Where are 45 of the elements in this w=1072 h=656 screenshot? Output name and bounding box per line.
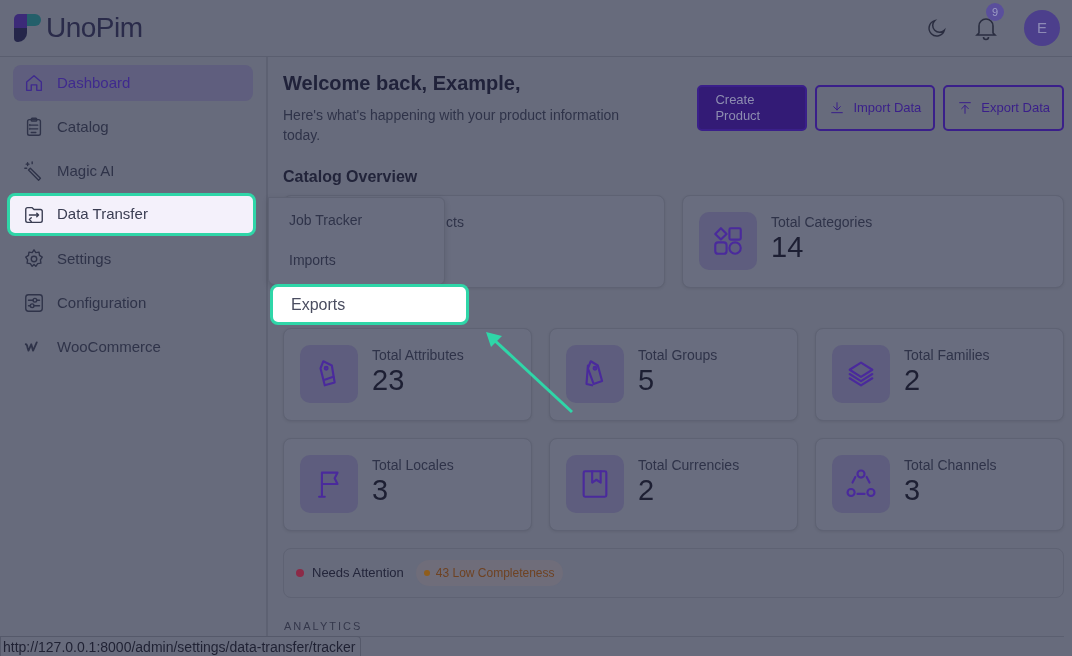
- stat-value: 14: [771, 230, 805, 264]
- stat-label: Total Families: [904, 347, 990, 363]
- stat-value: 2: [904, 363, 922, 397]
- alert-chip[interactable]: 43 Low Completeness: [415, 560, 563, 586]
- page-subtitle: Here's what's happening with your product information today.: [283, 106, 621, 145]
- stat-label: Total Attributes: [372, 347, 464, 363]
- status-url: http://127.0.0.1:8000/admin/settings/data-transfer/tracker: [0, 636, 361, 656]
- stat-value: 3: [904, 473, 922, 507]
- user-avatar[interactable]: E: [1024, 10, 1060, 46]
- upload-icon: [957, 100, 974, 116]
- stat-value: 3: [372, 473, 390, 507]
- moon-icon[interactable]: [926, 17, 948, 39]
- create-button[interactable]: Create Product: [697, 85, 808, 131]
- sliders-icon: [23, 292, 45, 314]
- logo-icon: [12, 13, 42, 43]
- alert-label: Needs Attention: [312, 564, 404, 583]
- stat-label: Total Categories: [771, 214, 873, 230]
- home-icon: [23, 72, 45, 94]
- stat-label: Total Groups: [638, 347, 718, 363]
- sidebar-item[interactable]: Magic AI: [13, 153, 253, 189]
- stat-value: 23: [372, 363, 406, 397]
- stat-value: 5: [638, 363, 656, 397]
- logo-text: UnoPim: [46, 11, 143, 45]
- sidebar-item[interactable]: Data Transfer: [7, 193, 256, 236]
- sidebar-item[interactable]: Catalog: [13, 109, 253, 145]
- page-title: Welcome back, Example,: [283, 71, 522, 95]
- settings-icon: [23, 248, 45, 270]
- shapes-icon: [711, 224, 745, 258]
- sidebar-item[interactable]: WooCommerce: [13, 329, 253, 365]
- import-button[interactable]: Import Data: [815, 85, 936, 131]
- sidebar-item[interactable]: Configuration: [13, 285, 253, 321]
- stat-label: Total Currencies: [638, 457, 740, 473]
- bell-icon[interactable]: [974, 15, 998, 41]
- stat-label: Total Locales: [372, 457, 454, 473]
- stat-value: 2: [638, 473, 656, 507]
- notification-badge: 9: [986, 3, 1004, 21]
- download-icon: [829, 100, 846, 116]
- dropdown-item[interactable]: Imports: [269, 246, 444, 278]
- stat-label: Total Channels: [904, 457, 997, 473]
- dropdown-item[interactable]: Exports: [270, 284, 469, 325]
- dropdown-item[interactable]: Job Tracker: [269, 206, 444, 238]
- section-title: Catalog Overview: [283, 167, 419, 187]
- sidebar-item[interactable]: Settings: [13, 241, 253, 277]
- stat-label: cts: [446, 214, 464, 232]
- export-button[interactable]: Export Data: [943, 85, 1064, 131]
